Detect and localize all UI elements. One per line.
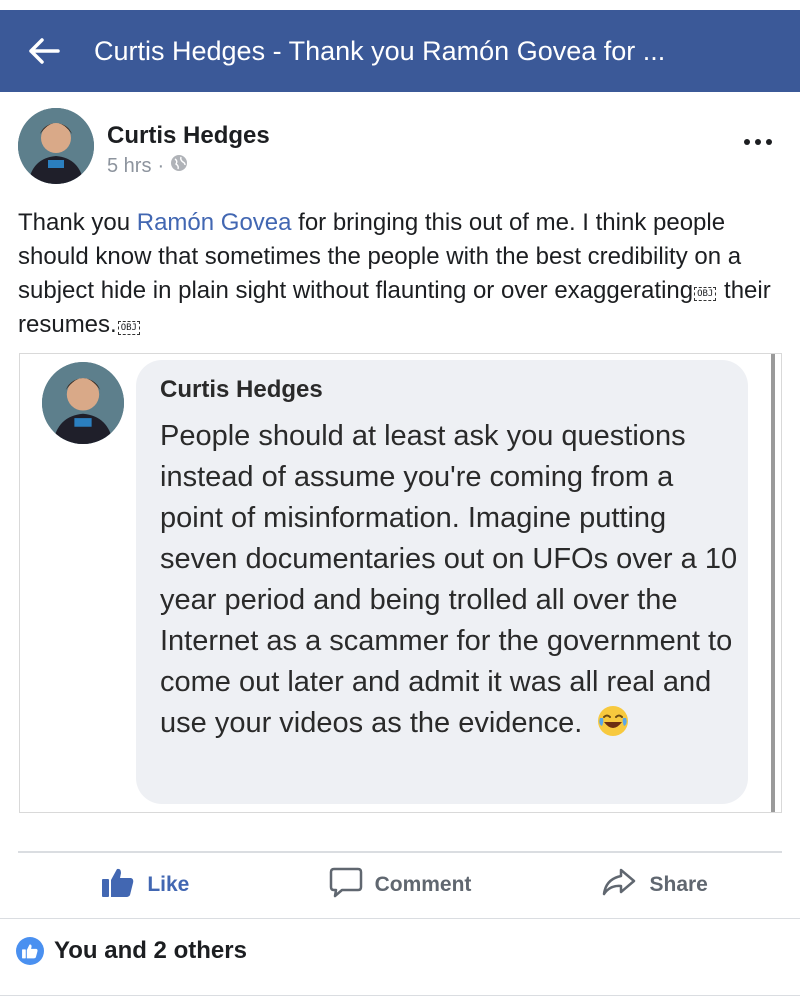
- reactions-summary[interactable]: You and 2 others: [16, 934, 247, 968]
- shared-screenshot-image[interactable]: Curtis Hedges People should at least ask…: [19, 353, 782, 813]
- author-avatar[interactable]: [18, 108, 94, 184]
- mention-link[interactable]: Ramón Govea: [137, 209, 292, 236]
- comment-icon: [329, 866, 363, 904]
- thumbs-up-icon: [101, 866, 135, 904]
- like-button[interactable]: Like: [18, 853, 273, 917]
- divider: [0, 995, 800, 996]
- comment-author-avatar: [42, 362, 124, 444]
- scrollbar-edge: [771, 354, 775, 812]
- globe-icon: [170, 154, 188, 178]
- laughing-emoji-icon: [596, 704, 630, 750]
- page-title: Curtis Hedges - Thank you Ramón Govea fo…: [94, 35, 666, 66]
- share-icon: [601, 867, 637, 903]
- share-label: Share: [649, 873, 708, 896]
- comment-body: People should at least ask you questions…: [160, 420, 738, 739]
- post-time[interactable]: 5 hrs: [107, 155, 151, 178]
- share-button[interactable]: Share: [527, 853, 782, 917]
- more-options-icon[interactable]: [740, 130, 776, 154]
- post-text-part1: Thank you: [18, 209, 137, 236]
- post-header: Curtis Hedges 5 hrs ·: [18, 108, 782, 188]
- top-app-bar: Curtis Hedges - Thank you Ramón Govea fo…: [0, 10, 800, 92]
- back-arrow-icon[interactable]: [14, 10, 74, 92]
- comment-author-name: Curtis Hedges: [160, 376, 323, 403]
- author-name[interactable]: Curtis Hedges: [107, 122, 270, 150]
- like-label: Like: [147, 873, 190, 896]
- post-body: Thank you Ramón Govea for bringing this …: [18, 206, 788, 342]
- like-reaction-icon: [16, 937, 44, 965]
- post-actions: Like Comment Share: [18, 853, 782, 917]
- object-placeholder: OBJ: [694, 287, 717, 301]
- post-meta: 5 hrs ·: [107, 154, 188, 178]
- comment-label: Comment: [374, 873, 472, 896]
- comment-text: People should at least ask you questions…: [160, 416, 740, 750]
- object-placeholder: OBJ: [117, 321, 140, 335]
- comment-button[interactable]: Comment: [273, 853, 528, 917]
- meta-separator: ·: [157, 154, 165, 177]
- comment-bubble: Curtis Hedges People should at least ask…: [136, 360, 748, 804]
- reactions-text: You and 2 others: [54, 937, 247, 964]
- divider: [0, 918, 800, 919]
